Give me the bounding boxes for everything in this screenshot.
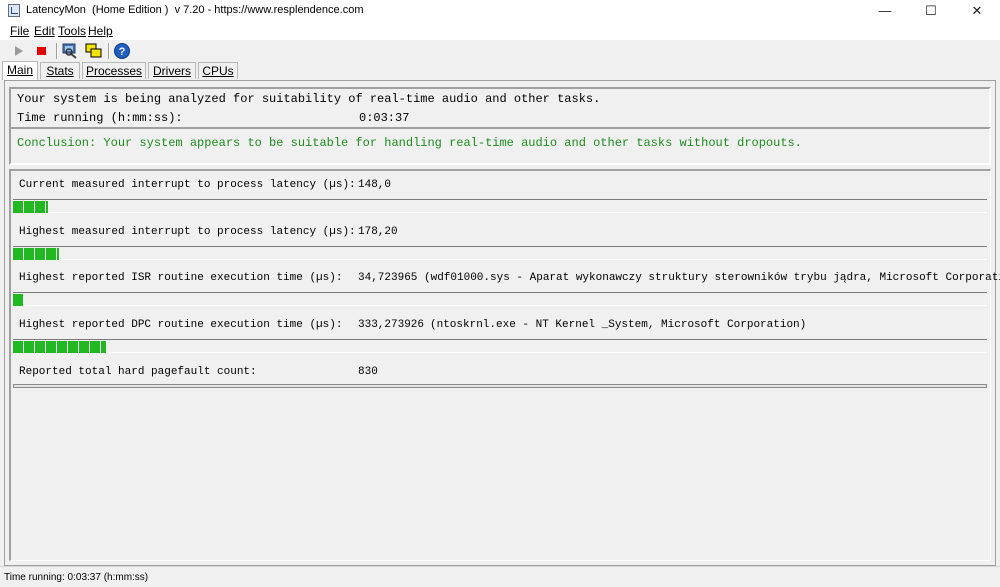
metric-label: Highest reported DPC routine execution t… [19,319,343,331]
latency-bar [13,246,987,260]
status-bar: Time running: 0:03:37 (h:mm:ss) [0,566,1000,587]
app-icon [8,4,20,17]
dpc-bar [13,339,987,353]
time-running-value: 0:03:37 [359,111,410,125]
analysis-text: Your system is being analyzed for suitab… [17,92,601,106]
conclusion-box: Conclusion: Your system appears to be su… [9,127,991,165]
pagefault-track [13,384,987,388]
tab-main[interactable]: Main [2,61,38,80]
toolbar-separator [108,43,110,59]
tab-cpus[interactable]: CPUs [198,62,238,79]
windows-icon[interactable] [84,42,104,60]
menu-tools[interactable]: Tools [58,24,86,38]
metric-label: Reported total hard pagefault count: [19,366,257,378]
dpc-bar-fill [13,341,106,353]
window-title: LatencyMon (Home Edition ) v 7.20 - http… [26,4,364,16]
menu-file[interactable]: File [10,24,29,38]
menu-help[interactable]: Help [88,24,113,38]
title-bar: LatencyMon (Home Edition ) v 7.20 - http… [0,0,1000,22]
metric-label: Highest measured interrupt to process la… [19,226,356,238]
svg-text:?: ? [119,46,126,58]
minimize-button[interactable]: — [862,0,908,22]
tab-stats[interactable]: Stats [40,62,80,79]
toolbar: ? [0,40,1000,62]
metric-value: 148,0 [358,179,392,191]
latency-bar-fill [13,248,59,260]
status-text: Time running: 0:03:37 (h:mm:ss) [4,572,149,583]
tab-drivers[interactable]: Drivers [148,62,196,79]
metric-detail: (ntoskrnl.exe - NT Kernel _System, Micro… [430,319,807,331]
metrics-box: Current measured interrupt to process la… [9,169,1000,561]
analysis-box: Your system is being analyzed for suitab… [9,87,991,129]
isr-bar-fill [13,294,24,306]
help-icon[interactable]: ? [112,42,132,60]
maximize-button[interactable]: ☐ [908,0,954,22]
tab-strip: Main Stats Processes Drivers CPUs [0,61,1000,80]
isr-bar [13,292,987,306]
time-running-label: Time running (h:mm:ss): [17,111,183,125]
main-panel: Your system is being analyzed for suitab… [4,80,1000,566]
metric-value: 34,723965 [358,272,418,284]
metric-label: Current measured interrupt to process la… [19,179,356,191]
menu-bar: File Edit Tools Help [0,22,1000,41]
metric-value: 333,273926 [358,319,425,331]
play-icon[interactable] [9,42,29,60]
latency-bar-fill [13,201,49,213]
tab-processes[interactable]: Processes [82,62,146,79]
menu-edit[interactable]: Edit [34,24,55,38]
stop-icon[interactable] [32,42,52,60]
conclusion-text: Conclusion: Your system appears to be su… [17,136,802,150]
latency-bar [13,199,987,213]
metric-value: 178,20 [358,226,398,238]
close-button[interactable]: ✕ [954,0,1000,22]
metric-detail: (wdf01000.sys - Aparat wykonawczy strukt… [424,272,1000,284]
metric-value: 830 [358,366,378,378]
scan-icon[interactable] [60,42,80,60]
toolbar-separator [56,43,58,59]
metric-label: Highest reported ISR routine execution t… [19,272,343,284]
